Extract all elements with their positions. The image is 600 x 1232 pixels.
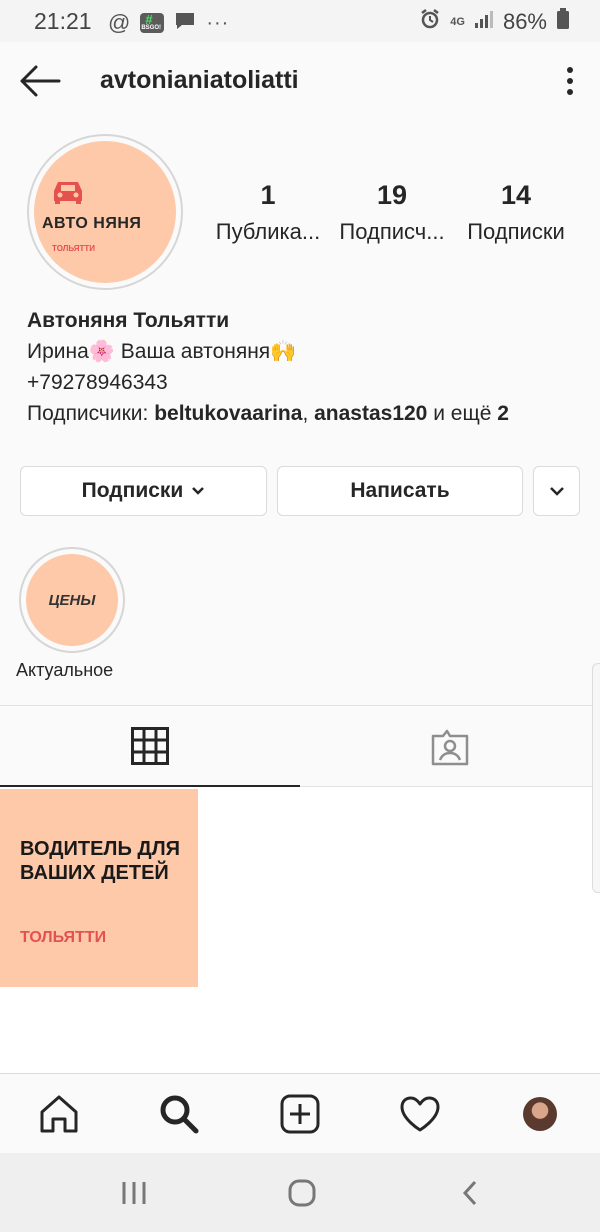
network-4g-icon: 4G: [450, 15, 465, 28]
following-button-label: Подписки: [81, 479, 184, 502]
nav-profile[interactable]: [518, 1092, 562, 1136]
phone-link[interactable]: +79278946343: [27, 367, 587, 398]
avatar-image: АВТО НЯНЯ ТОЛЬЯТТИ: [34, 141, 176, 283]
chat-icon: [174, 11, 196, 36]
post-subtitle: ТОЛЬЯТТИ: [20, 929, 107, 946]
home-icon: [40, 1095, 78, 1133]
profile-avatar[interactable]: АВТО НЯНЯ ТОЛЬЯТТИ: [27, 134, 183, 290]
chevron-down-icon: [192, 487, 205, 495]
battery-icon: [556, 8, 570, 35]
nav-home[interactable]: [37, 1092, 81, 1136]
tagged-person-icon: [431, 729, 469, 765]
stat-label: Публика...: [215, 219, 321, 244]
stat-followers[interactable]: 19 Подписч...: [332, 180, 452, 245]
stat-value: 19: [376, 180, 408, 210]
recent-apps-icon: [122, 1182, 146, 1204]
following-button[interactable]: Подписки: [20, 466, 267, 516]
android-navigation-bar: [0, 1153, 600, 1232]
tab-tagged[interactable]: [300, 706, 600, 787]
arrow-left-icon: [20, 65, 61, 97]
battery-percent: 86%: [502, 8, 547, 34]
recent-apps-button[interactable]: [114, 1177, 154, 1209]
message-button[interactable]: Написать: [277, 466, 523, 516]
bio-text: Ирина🌸 Ваша автоняня🙌: [27, 340, 297, 363]
post-thumbnail[interactable]: ВОДИТЕЛЬ ДЛЯ ВАШИХ ДЕТЕЙ ТОЛЬЯТТИ: [0, 789, 198, 987]
follower-username: anastas120: [314, 402, 428, 425]
chevron-down-icon: [549, 487, 564, 496]
follower-username: beltukovaarina: [154, 402, 303, 425]
more-vertical-icon: [567, 67, 573, 95]
bottom-nav: [0, 1073, 600, 1153]
posts-grid: ВОДИТЕЛЬ ДЛЯ ВАШИХ ДЕТЕЙ ТОЛЬЯТТИ: [0, 787, 600, 1073]
alarm-icon: [419, 8, 441, 35]
more-count: 2: [497, 402, 509, 425]
separator: ,: [302, 402, 315, 425]
back-button[interactable]: [18, 64, 62, 98]
scrollbar[interactable]: [592, 663, 600, 893]
status-left-icons: @ # BSGO! ···: [108, 10, 229, 36]
stat-following[interactable]: 14 Подписки: [456, 180, 576, 245]
post-title: ВОДИТЕЛЬ ДЛЯ ВАШИХ ДЕТЕЙ: [20, 838, 181, 884]
bsgo-app-icon: # BSGO!: [140, 12, 165, 33]
mutual-followers[interactable]: Подписчики: beltukovaarina, anastas120 и…: [27, 398, 587, 429]
nav-search[interactable]: [157, 1092, 201, 1136]
and-more-text: и ещё: [427, 402, 498, 425]
heart-icon: [400, 1096, 440, 1132]
highlight-label: Актуальное: [16, 660, 114, 680]
avatar-subtitle: ТОЛЬЯТТИ: [52, 244, 96, 253]
signal-icon: [474, 9, 494, 34]
chevron-left-icon: [462, 1180, 477, 1206]
profile-bio: Автоняня Тольятти Ирина🌸 Ваша автоняня🙌 …: [27, 305, 587, 429]
tab-grid[interactable]: [0, 706, 300, 787]
profile-avatar-icon: [523, 1097, 557, 1131]
plus-square-icon: [280, 1094, 320, 1134]
stat-value: 1: [260, 180, 276, 210]
status-right-icons: 4G 86%: [419, 8, 570, 35]
car-icon: [54, 182, 82, 204]
stat-posts[interactable]: 1 Публика...: [208, 180, 328, 245]
mutual-followers-prefix: Подписчики:: [27, 402, 155, 425]
stat-label: Подписч...: [339, 219, 445, 244]
nav-activity[interactable]: [398, 1092, 442, 1136]
profile-name: Автоняня Тольятти: [27, 309, 230, 332]
suggested-accounts-button[interactable]: [533, 466, 580, 516]
profile-tabs: [0, 705, 600, 787]
avatar-title: АВТО НЯНЯ: [42, 215, 142, 232]
profile-header: avtonianiatoliatti: [0, 42, 600, 122]
more-dots-icon: ···: [206, 11, 230, 34]
nav-create[interactable]: [278, 1092, 322, 1136]
back-system-button[interactable]: [450, 1177, 490, 1209]
stat-value: 14: [500, 180, 532, 210]
home-circle-icon: [288, 1179, 316, 1207]
status-bar: 21:21 @ # BSGO! ··· 4G 86%: [0, 0, 600, 42]
stat-label: Подписки: [467, 219, 565, 244]
message-button-label: Написать: [350, 479, 450, 502]
status-time: 21:21: [34, 8, 92, 34]
home-button[interactable]: [282, 1177, 322, 1209]
highlight-cover: ЦЕНЫ: [26, 554, 118, 646]
page-title: avtonianiatoliatti: [100, 66, 299, 94]
options-button[interactable]: [560, 64, 580, 100]
grid-icon: [131, 726, 169, 765]
at-icon: @: [108, 10, 131, 35]
story-highlight[interactable]: ЦЕНЫ: [19, 547, 125, 653]
search-icon: [160, 1095, 199, 1134]
